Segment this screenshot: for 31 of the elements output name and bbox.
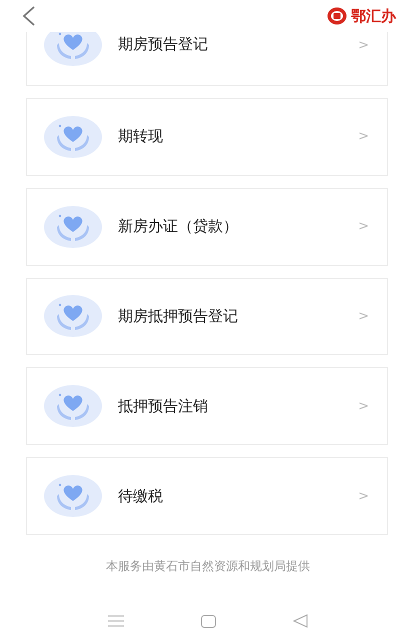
heart-in-hands-icon: [44, 206, 102, 248]
service-item[interactable]: 期房抵押预告登记 >: [26, 278, 388, 356]
chevron-text: >: [358, 488, 369, 504]
heart-in-hands-icon: [44, 32, 102, 66]
back-icon[interactable]: [22, 6, 36, 26]
service-label: 期转现: [118, 127, 164, 146]
heart-in-hands-icon: [44, 295, 102, 338]
service-item[interactable]: 新房办证（贷款） >: [26, 188, 388, 266]
chevron-text: >: [358, 38, 369, 53]
service-item[interactable]: 待缴税 >: [26, 457, 388, 536]
service-label: 期房预告登记: [118, 34, 209, 54]
heart-in-hands-icon: [44, 116, 102, 158]
menu-icon[interactable]: [108, 615, 124, 627]
app-logo-text: 鄂汇办: [351, 6, 396, 26]
back-triangle-icon[interactable]: [292, 614, 308, 628]
logo-icon: [327, 7, 347, 25]
service-item[interactable]: 期转现 >: [26, 98, 388, 176]
heart-in-hands-icon: [44, 475, 102, 518]
service-item[interactable]: 期房预告登记 >: [26, 32, 388, 86]
service-label: 期房抵押预告登记: [118, 306, 239, 326]
service-label: 新房办证（贷款）: [118, 217, 239, 236]
chevron-text: >: [358, 308, 369, 324]
chevron-text: >: [358, 398, 369, 414]
chevron-text: >: [358, 129, 369, 144]
heart-in-hands-icon: [44, 385, 102, 428]
provider-note: 本服务由黄石市自然资源和规划局提供: [105, 558, 311, 575]
chevron-text: >: [358, 219, 369, 234]
service-label: 待缴税: [118, 486, 164, 506]
home-icon[interactable]: [200, 614, 216, 628]
service-label: 抵押预告注销: [118, 396, 209, 416]
service-item[interactable]: 抵押预告注销 >: [26, 367, 388, 446]
